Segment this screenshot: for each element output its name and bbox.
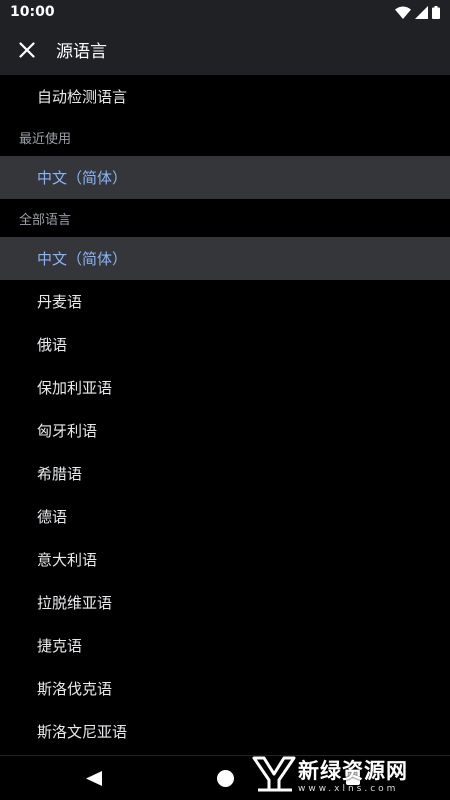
language-item[interactable]: 匈牙利语 [0,409,450,452]
status-bar: 10:00 [0,0,450,24]
watermark-logo-icon [252,756,296,792]
language-item[interactable]: 斯洛伐克语 [0,667,450,710]
close-button[interactable] [0,24,54,75]
status-time: 10:00 [10,4,55,20]
language-item[interactable]: 俄语 [0,323,450,366]
language-item[interactable]: 保加利亚语 [0,366,450,409]
language-item[interactable]: 中文（简体） [0,237,450,280]
recent-language-item[interactable]: 中文（简体） [0,156,450,199]
watermark-name: 新绿资源网 [298,758,408,783]
section-header-all: 全部语言 [19,212,72,228]
language-item[interactable]: 拉脱维亚语 [0,581,450,624]
language-item[interactable]: 捷克语 [0,624,450,667]
watermark-url: www.xlns.com [298,783,399,794]
wifi-icon [395,6,411,19]
language-list[interactable]: 自动检测语言 最近使用 中文（简体） 全部语言 中文（简体） 丹麦语 俄语 保加… [0,75,450,755]
section-header-recent: 最近使用 [19,131,72,147]
app-bar: 源语言 [0,24,450,75]
language-item[interactable]: 德语 [0,495,450,538]
signal-icon [415,5,428,19]
page-title: 源语言 [56,42,107,62]
battery-icon [432,5,440,19]
status-icons [395,5,440,19]
language-item[interactable]: 意大利语 [0,538,450,581]
close-icon [19,41,35,58]
language-item[interactable]: 斯洛文尼亚语 [0,710,450,753]
watermark: 新绿资源网 www.xlns.com [252,750,442,798]
home-icon[interactable] [217,770,234,787]
auto-detect-item[interactable]: 自动检测语言 [0,75,450,118]
back-icon[interactable] [86,771,102,786]
language-item[interactable]: 丹麦语 [0,280,450,323]
language-item[interactable]: 希腊语 [0,452,450,495]
